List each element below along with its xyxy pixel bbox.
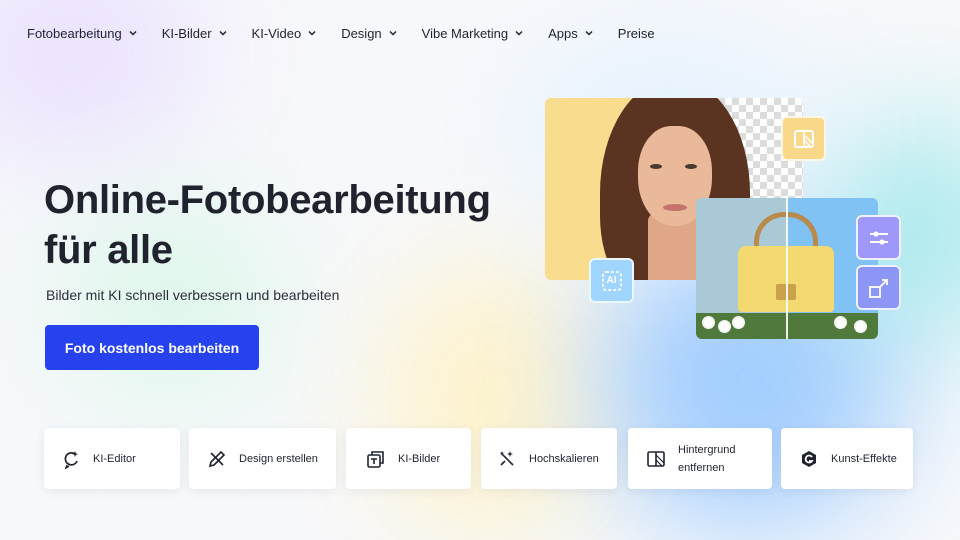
ai-badge-label: AI — [606, 275, 617, 286]
feature-ki-bilder[interactable]: KI-Bilder — [346, 428, 471, 489]
nav-preise[interactable]: Preise — [618, 22, 655, 44]
chevron-down-icon — [219, 30, 227, 36]
upscale-badge — [856, 265, 901, 310]
chevron-down-icon — [308, 30, 316, 36]
nav-vibe-marketing[interactable]: Vibe Marketing — [422, 22, 524, 44]
feature-kunst-effekte[interactable]: Kunst-Effekte — [781, 428, 913, 489]
nav-label: Preise — [617, 25, 655, 41]
chevron-down-icon — [129, 30, 137, 36]
resize-icon — [868, 278, 888, 298]
chevron-down-icon — [585, 30, 593, 36]
feature-label: KI-Editor — [93, 452, 136, 465]
edit-photo-free-button[interactable]: Foto kostenlos bearbeiten — [45, 325, 259, 370]
nav-apps[interactable]: Apps — [548, 22, 594, 44]
feature-ki-editor[interactable]: KI-Editor — [44, 428, 180, 489]
background-remove-icon — [647, 450, 665, 467]
feature-label: Hochskalieren — [529, 452, 599, 465]
nav-label: Apps — [548, 25, 578, 41]
feature-hintergrund-entfernen[interactable]: Hintergrund entfernen — [628, 428, 772, 489]
sliders-icon — [869, 230, 888, 245]
hero-title: Online-Fotobearbeitung für alle — [44, 175, 491, 275]
feature-label: Kunst-Effekte — [831, 452, 897, 465]
nav-label: Vibe Marketing — [421, 25, 509, 41]
ai-editor-icon — [64, 450, 78, 469]
background-remove-icon — [793, 129, 814, 148]
hero-title-line2: für alle — [44, 228, 173, 272]
nav-ki-bilder[interactable]: KI-Bilder — [162, 22, 228, 44]
chevron-down-icon — [515, 30, 523, 36]
ai-badge: AI — [589, 258, 634, 303]
nav-ki-video[interactable]: KI-Video — [252, 22, 318, 44]
feature-label: Design erstellen — [239, 452, 318, 465]
nav-design[interactable]: Design — [341, 22, 397, 44]
upscale-sparkle-icon — [500, 450, 514, 466]
before-after-divider — [786, 198, 788, 339]
design-pencil-icon — [208, 450, 226, 467]
ai-images-icon — [367, 450, 384, 468]
feature-label: Hintergrund entfernen — [678, 443, 736, 474]
adjust-badge — [856, 215, 901, 260]
art-effects-icon — [802, 450, 816, 467]
nav-label: KI-Video — [251, 25, 302, 41]
hero-subtitle: Bilder mit KI schnell verbessern und bea… — [46, 287, 340, 303]
main-nav: Fotobearbeitung KI-Bilder KI-Video Desig… — [27, 22, 679, 44]
background-remove-badge — [781, 116, 826, 161]
feature-design-erstellen[interactable]: Design erstellen — [189, 428, 336, 489]
nav-label: Fotobearbeitung — [27, 25, 122, 41]
nav-label: KI-Bilder — [161, 25, 212, 41]
handbag-image — [696, 198, 878, 339]
feature-label: KI-Bilder — [398, 452, 441, 465]
nav-fotobearbeitung[interactable]: Fotobearbeitung — [27, 22, 138, 44]
nav-label: Design — [341, 25, 382, 41]
hero-title-line1: Online-Fotobearbeitung — [44, 178, 491, 222]
feature-hochskalieren[interactable]: Hochskalieren — [481, 428, 617, 489]
chevron-down-icon — [389, 30, 397, 36]
